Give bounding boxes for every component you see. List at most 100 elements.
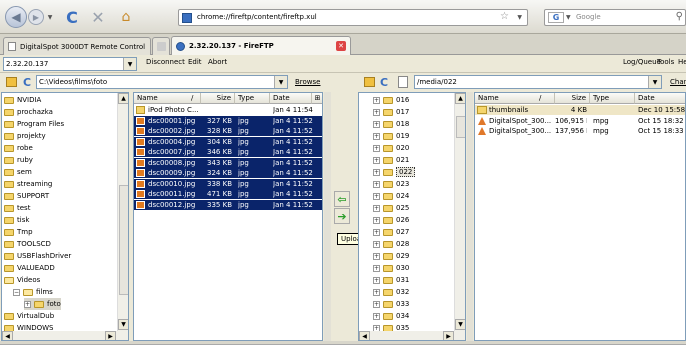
expand-icon[interactable]: + (373, 168, 380, 176)
file-row[interactable]: dsc00008.jpg 343 KB jpg Jan 4 11:52 (134, 157, 322, 168)
chevron-down-icon[interactable]: ▼ (648, 76, 661, 88)
scroll-right-button[interactable]: ▶ (105, 331, 116, 340)
tree-item[interactable]: +019 (373, 130, 409, 142)
tab-close-icon[interactable]: ✕ (336, 41, 346, 51)
download-button[interactable]: ⇦ (334, 191, 350, 207)
home-button[interactable]: ⌂ (116, 7, 136, 27)
search-engine-icon[interactable]: G (548, 12, 564, 23)
tree-item[interactable]: +029 (373, 250, 409, 262)
tree-item[interactable]: +030 (373, 262, 409, 274)
local-tree-hscrollbar[interactable]: ◀ ▶ (2, 331, 128, 340)
tree-item[interactable]: +033 (373, 298, 409, 310)
tree-item[interactable]: sem (4, 166, 32, 178)
tree-item[interactable]: +022 (373, 166, 416, 178)
menu-help[interactable]: He (678, 58, 686, 66)
expand-icon[interactable]: + (373, 192, 380, 200)
tree-item[interactable]: ruby (4, 154, 33, 166)
url-dropdown-icon[interactable]: ▼ (517, 14, 522, 21)
tree-item[interactable]: +017 (373, 106, 409, 118)
tree-item[interactable]: Tmp (4, 226, 33, 238)
expand-icon[interactable]: + (24, 300, 31, 308)
file-row[interactable]: dsc00002.jpg 328 KB jpg Jan 4 11:52 (134, 126, 322, 136)
menu-tools[interactable]: Tools (657, 58, 674, 66)
expand-icon[interactable]: + (373, 108, 380, 116)
tree-item[interactable]: TOOLSCD (4, 238, 51, 250)
tab-remote-control[interactable]: DigitalSpot 3000DT Remote Control (3, 37, 151, 55)
tree-item[interactable]: − films (13, 286, 53, 298)
tree-item[interactable]: +025 (373, 202, 409, 214)
chevron-down-icon[interactable]: ▼ (274, 76, 287, 88)
expand-icon[interactable]: + (373, 252, 380, 260)
tab-fireftp[interactable]: 2.32.20.137 - FireFTP ✕ (171, 36, 351, 55)
file-row[interactable]: dsc00010.jpg 338 KB jpg Jan 4 11:52 (134, 178, 322, 189)
expand-icon[interactable]: + (373, 132, 380, 140)
column-size[interactable]: Size (555, 93, 590, 104)
local-refresh-icon[interactable]: C (23, 76, 31, 89)
file-row[interactable]: dsc00007.jpg 346 KB jpg Jan 4 11:52 (134, 147, 322, 157)
scroll-right-button[interactable]: ▶ (443, 331, 454, 340)
tree-item[interactable]: projekty (4, 130, 46, 142)
remote-file-list[interactable]: Name / Size Type Date thumbnails 4 KB Dec … (474, 92, 686, 341)
remote-folder-tree[interactable]: +016 +017 +018 +019 +020 +021 +022 +023 +024 +025… (358, 92, 466, 341)
expand-icon[interactable]: + (373, 156, 380, 164)
reload-button[interactable]: C (62, 7, 82, 27)
local-file-list[interactable]: Name / Size Type Date ⊞ iPod Photo C... J… (133, 92, 323, 341)
column-date[interactable]: Date (270, 93, 312, 104)
file-row[interactable]: DigitalSpot_300...106,915 K... mpg Oct 15 … (475, 116, 685, 126)
scroll-down-button[interactable]: ▼ (455, 319, 465, 330)
tree-item[interactable]: VALUEADD (4, 262, 55, 274)
expand-icon[interactable]: + (373, 120, 380, 128)
collapse-icon[interactable]: − (13, 288, 20, 296)
chevron-down-icon[interactable]: ▼ (123, 58, 136, 70)
file-row[interactable]: iPod Photo C... Jan 4 11:54 (134, 105, 322, 115)
local-tree-scrollbar[interactable]: ▲ ▼ (117, 93, 128, 331)
scroll-thumb[interactable] (456, 116, 465, 138)
column-type[interactable]: Type (590, 93, 635, 104)
scroll-down-button[interactable]: ▼ (118, 319, 128, 330)
menu-edit[interactable]: Edit (188, 58, 202, 66)
tree-item[interactable]: prochazka (4, 106, 53, 118)
scroll-left-button[interactable]: ◀ (2, 331, 13, 340)
remote-splitter[interactable] (467, 92, 473, 341)
scroll-up-button[interactable]: ▲ (118, 93, 128, 104)
expand-icon[interactable]: + (373, 180, 380, 188)
file-row[interactable]: dsc00009.jpg 324 KB jpg Jan 4 11:52 (134, 168, 322, 178)
expand-icon[interactable]: + (373, 288, 380, 296)
tree-item[interactable]: +034 (373, 310, 409, 322)
tree-item[interactable]: test (4, 202, 30, 214)
url-bar[interactable]: chrome://fireftp/content/fireftp.xul ☆ ▼ (178, 9, 528, 26)
tree-item[interactable]: +031 (373, 274, 409, 286)
file-row[interactable]: DigitalSpot_300...137,956 K... mpg Oct 15 … (475, 126, 685, 136)
local-folder-tree[interactable]: NVIDIA prochazka Program Files projekty robe… (1, 92, 129, 341)
remote-path-input[interactable]: /media/022 ▼ (414, 75, 662, 89)
tree-item[interactable]: NVIDIA (4, 94, 41, 106)
expand-icon[interactable]: + (373, 300, 380, 308)
change-button[interactable]: Chan (670, 78, 686, 86)
tree-item[interactable]: +032 (373, 286, 409, 298)
remote-page-icon[interactable] (398, 76, 408, 88)
menu-abort[interactable]: Abort (208, 58, 227, 66)
scroll-left-button[interactable]: ◀ (359, 331, 370, 340)
column-picker-icon[interactable]: ⊞ (312, 93, 322, 104)
search-icon[interactable]: ⚲ (676, 11, 683, 22)
file-row[interactable]: dsc00012.jpg 335 KB jpg Jan 4 11:52 (134, 199, 322, 210)
back-button[interactable]: ◀ (5, 6, 27, 28)
expand-icon[interactable]: + (373, 216, 380, 224)
remote-tree-scrollbar[interactable]: ▲ ▼ (454, 93, 465, 331)
column-type[interactable]: Type (235, 93, 270, 104)
menu-logqueue[interactable]: Log/Queue (623, 58, 661, 66)
file-row[interactable]: thumbnails 4 KB Dec 10 15:58 (475, 105, 685, 115)
upload-button[interactable]: ➔ (334, 208, 350, 224)
tree-item[interactable]: SUPPORT (4, 190, 49, 202)
file-row[interactable]: dsc00011.jpg 471 KB jpg Jan 4 11:52 (134, 189, 322, 199)
expand-icon[interactable]: + (373, 204, 380, 212)
expand-icon[interactable]: + (373, 240, 380, 248)
tree-item[interactable]: +027 (373, 226, 409, 238)
search-engine-dropdown-icon[interactable]: ▼ (566, 14, 571, 21)
expand-icon[interactable]: + (373, 144, 380, 152)
tree-item[interactable]: + foto (24, 298, 61, 310)
tree-item[interactable]: +023 (373, 178, 409, 190)
file-row[interactable]: dsc00001.jpg 327 KB jpg Jan 4 11:52 (134, 115, 322, 126)
tree-item[interactable]: +024 (373, 190, 409, 202)
expand-icon[interactable]: + (373, 276, 380, 284)
